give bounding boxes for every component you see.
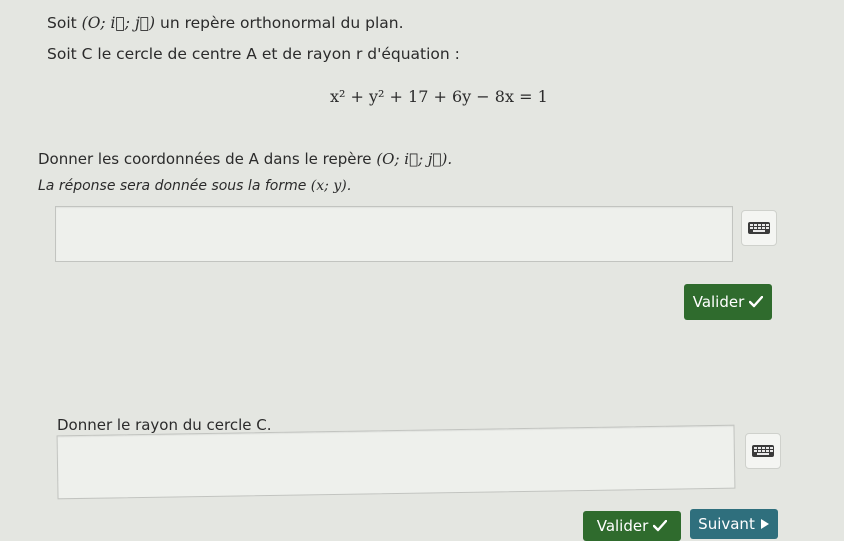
next-label: Suivant [698,515,755,533]
circle-equation: x² + y² + 17 + 6y − 8x = 1 [330,87,548,106]
validate-label: Valider [692,293,745,311]
intro-text: Soit [47,14,82,32]
keyboard-icon [752,445,774,457]
answer-format-hint: La réponse sera donnée sous la forme (x;… [38,178,351,194]
frame-notation: (O; i⃗; j⃗). [376,150,453,168]
frame-notation: (O; i⃗; j⃗) [81,14,156,32]
question-1-prompt: Donner les coordonnées de A dans le repè… [38,150,452,168]
question-2-prompt: Donner le rayon du cercle C. [57,416,272,434]
answer-input-center[interactable] [55,206,733,262]
intro-text-suffix: un repère orthonormal du plan. [155,14,404,32]
play-icon [760,519,769,529]
next-button[interactable]: Suivant [690,509,778,539]
check-icon [749,296,764,308]
format-math: (x; y). [310,178,352,194]
virtual-keyboard-button-2[interactable] [745,433,781,469]
intro-line-1: Soit (O; i⃗; j⃗) un repère orthonormal d… [47,14,404,32]
question-1-text: Donner les coordonnées de A dans le repè… [38,150,377,168]
keyboard-icon [748,222,770,234]
check-icon [653,520,668,532]
validate-label: Valider [596,517,649,535]
virtual-keyboard-button-1[interactable] [741,210,777,246]
intro-line-2: Soit C le cercle de centre A et de rayon… [47,45,460,63]
answer-input-radius[interactable] [56,424,736,500]
validate-button-2[interactable]: Valider [583,511,681,541]
format-text: La réponse sera donnée sous la forme [38,178,311,194]
validate-button-1[interactable]: Valider [684,284,772,320]
